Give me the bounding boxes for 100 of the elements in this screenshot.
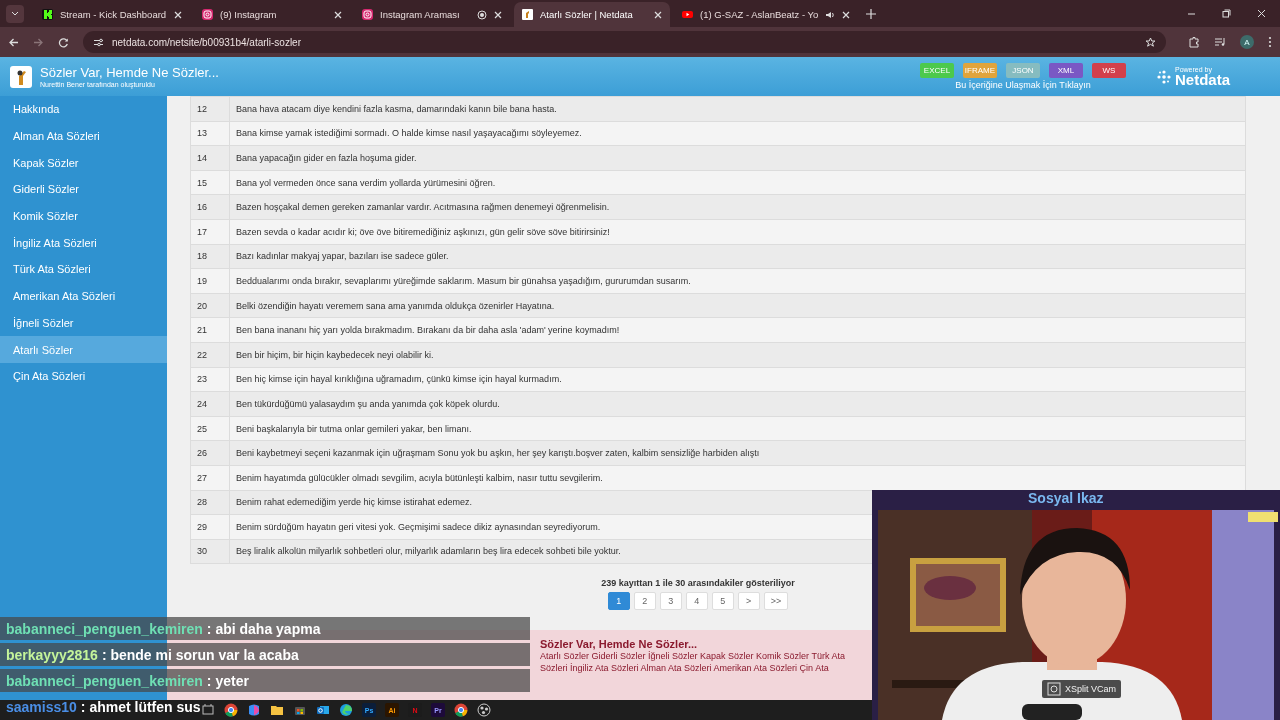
close-icon[interactable]	[654, 10, 662, 19]
sidebar-item[interactable]: Hakkında	[0, 96, 167, 123]
instagram-icon	[202, 9, 213, 20]
row-number: 17	[190, 219, 230, 245]
back-icon[interactable]	[8, 36, 19, 48]
page-button[interactable]: 2	[633, 592, 656, 611]
quote-cell: Ben bana inananı hiç yarı yolda bırakmadım. Bırakanı da bir daha asla 'adam' yerine koymadım!	[229, 317, 1246, 343]
chat-username: babanneci_penguen_kemiren	[6, 672, 203, 689]
sidebar-item[interactable]: Giderli Sözler	[0, 176, 167, 203]
quote-cell: Ben tükürdüğümü yalasaydım şu anda yanımda çok köpek olurdu.	[229, 391, 1246, 417]
row-number: 16	[190, 194, 230, 220]
site-logo[interactable]	[10, 65, 32, 88]
export-button[interactable]: WS	[1092, 63, 1126, 78]
extensions-icon[interactable]	[1188, 36, 1200, 48]
chat-text: : bende mi sorun var la acaba	[101, 646, 299, 663]
row-number: 19	[190, 268, 230, 294]
browser-tab[interactable]: Atarlı Sözler | Netdata	[514, 2, 670, 27]
network-logo-icon	[1156, 68, 1172, 85]
quote-cell: Bazen hoşçakal demen gereken zamanlar vardır. Acıtmasına rağmen denemeyi öğrenmelisin.	[229, 194, 1246, 220]
profile-avatar[interactable]: A	[1240, 35, 1254, 49]
page-button[interactable]: >	[737, 592, 760, 611]
browser-tab[interactable]: (9) Instagram	[194, 2, 350, 27]
row-number: 15	[190, 170, 230, 195]
footer-links[interactable]: Atarlı Sözler Giderli Sözler İğneli Sözler Kapak Sözler Komik Sözler Türk Ata Sözleri İngiliz Ata Sözleri Alman Ata Sözleri Amerikan Ata Sözleri Çin Ata	[540, 650, 865, 674]
page-button[interactable]: 4	[685, 592, 708, 611]
quote-cell: Beni başkalarıyla bir tutma onlar gemileri yakar, ben limanı.	[229, 416, 1246, 441]
instagram-icon	[362, 9, 373, 20]
page-button[interactable]: >>	[763, 592, 789, 611]
close-icon[interactable]	[174, 10, 182, 19]
close-icon[interactable]	[842, 10, 851, 19]
menu-icon[interactable]	[1268, 36, 1272, 48]
row-number: 29	[190, 514, 230, 540]
sidebar-item[interactable]: İngiliz Ata Sözleri	[0, 229, 167, 257]
new-tab-icon[interactable]	[866, 8, 877, 19]
chat-text: : ahmet lütfen sus	[80, 698, 201, 715]
row-number: 12	[190, 96, 230, 122]
webcam-title: Sosyal Ikaz	[1028, 490, 1104, 506]
mail-icon[interactable]	[316, 703, 330, 717]
quote-cell: Bana yol vermeden önce sana verdim yollarda yürümesini öğren.	[229, 170, 1246, 195]
quote-cell: Belki özendiğin hayatı veremem sana ama yanımda oldukça özenirler Hayatına.	[229, 293, 1246, 318]
address-bar[interactable]: netdata.com/netsite/b00931b4/atarli-sozler	[83, 31, 1166, 53]
youtube-icon	[682, 9, 693, 20]
task-view-icon[interactable]	[201, 703, 215, 717]
browser-tab[interactable]: (1) G-SAZ - AslanBeatz - Yo	[674, 2, 859, 27]
footer-title[interactable]: Sözler Var, Hemde Ne Sözler...	[540, 638, 865, 650]
site-info-icon[interactable]	[93, 36, 104, 48]
star-icon[interactable]	[1145, 36, 1156, 48]
quote-cell: Beddualarımı onda bırakır, sevaplarımı yüreğimde saklarım. Masum bir günahsa yaşadığım, gururumdan susarım.	[229, 268, 1246, 294]
quote-cell: Beni kaybetmeyi seçeni kazanmak için uğraşmam Sonu yok bu aşkın, her şey karıştı.boşver zaten, kalbim sensizliğe harbiden alıştı	[229, 440, 1246, 466]
row-number: 22	[190, 342, 230, 368]
browser-icon[interactable]	[224, 703, 238, 717]
close-icon[interactable]	[494, 10, 502, 19]
chat-text: : abi daha yapma	[206, 620, 321, 637]
camera-icon	[1047, 682, 1061, 696]
quote-cell: Bazı kadınlar makyaj yapar, bazıları ise sadece güler.	[229, 244, 1246, 269]
row-number: 18	[190, 244, 230, 269]
chat-username: berkayyy2816	[6, 646, 98, 663]
folder-icon[interactable]	[270, 703, 284, 717]
kick-icon	[42, 9, 53, 20]
record-summary: 239 kayıttan 1 ile 30 arasındakiler gösteriliyor	[601, 578, 795, 589]
close-icon[interactable]	[1257, 9, 1266, 18]
caret-icon	[11, 11, 19, 16]
sidebar-item[interactable]: İğneli Sözler	[0, 309, 167, 337]
site-icon	[522, 9, 533, 20]
quote-cell: Bana kimse yamak istediğimi sormadı. O halde kimse nasıl yaşayacağımı söyleyemez.	[229, 121, 1246, 146]
webcam-label: XSplit VCam	[1065, 684, 1117, 694]
reload-icon[interactable]	[58, 36, 69, 48]
close-icon[interactable]	[334, 10, 342, 19]
quote-cell: Bazen sevda o kadar acıdır ki; öve öve bitiremediğiniz aşkınızı, gün gelir söve söve bitirirsiniz!	[229, 219, 1246, 245]
row-number: 13	[190, 121, 230, 146]
page-button[interactable]: 3	[659, 592, 682, 611]
row-number: 25	[190, 416, 230, 441]
brand-name: Netdata	[1175, 73, 1230, 87]
restore-icon[interactable]	[1222, 9, 1231, 18]
page-button[interactable]: 5	[711, 592, 734, 611]
sidebar-item[interactable]: Kapak Sözler	[0, 149, 167, 177]
row-number: 27	[190, 465, 230, 490]
access-link[interactable]: Bu İçeriğine Ulaşmak İçin Tıklayın	[955, 80, 1091, 90]
export-button[interactable]: XML	[1049, 63, 1083, 78]
row-number: 24	[190, 391, 230, 417]
browser-tab[interactable]: Instagram Araması	[354, 2, 510, 27]
sidebar-item[interactable]: Çin Ata Sözleri	[0, 362, 167, 390]
sidebar-item[interactable]: Alman Ata Sözleri	[0, 122, 167, 150]
quote-cell: Ben hiç kimse için hayal kırıklığına uğramadım, çünkü kimse için hayal kurmadım.	[229, 367, 1246, 392]
media-icon[interactable]	[1214, 36, 1226, 48]
quote-cell: Ben bir hiçim, bir hiçin kaybedecek neyi olabilir ki.	[229, 342, 1246, 368]
sidebar-item[interactable]: Türk Ata Sözleri	[0, 256, 167, 283]
sidebar-item[interactable]: Amerikan Ata Sözleri	[0, 282, 167, 310]
edge-browser-icon[interactable]	[339, 703, 353, 717]
browser-icon[interactable]	[454, 703, 468, 717]
chat-username: saamiss10	[6, 698, 77, 715]
row-number: 21	[190, 317, 230, 343]
sidebar-item[interactable]: Komik Sözler	[0, 202, 167, 230]
browser-tab[interactable]: Stream - Kick Dashboard	[34, 2, 190, 27]
chat-text: : yeter	[206, 672, 249, 689]
forward-icon[interactable]	[33, 36, 44, 48]
page-button[interactable]: 1	[607, 592, 630, 611]
record-app-icon[interactable]	[477, 703, 491, 717]
row-number: 30	[190, 539, 230, 564]
assistant-icon[interactable]	[247, 703, 261, 717]
